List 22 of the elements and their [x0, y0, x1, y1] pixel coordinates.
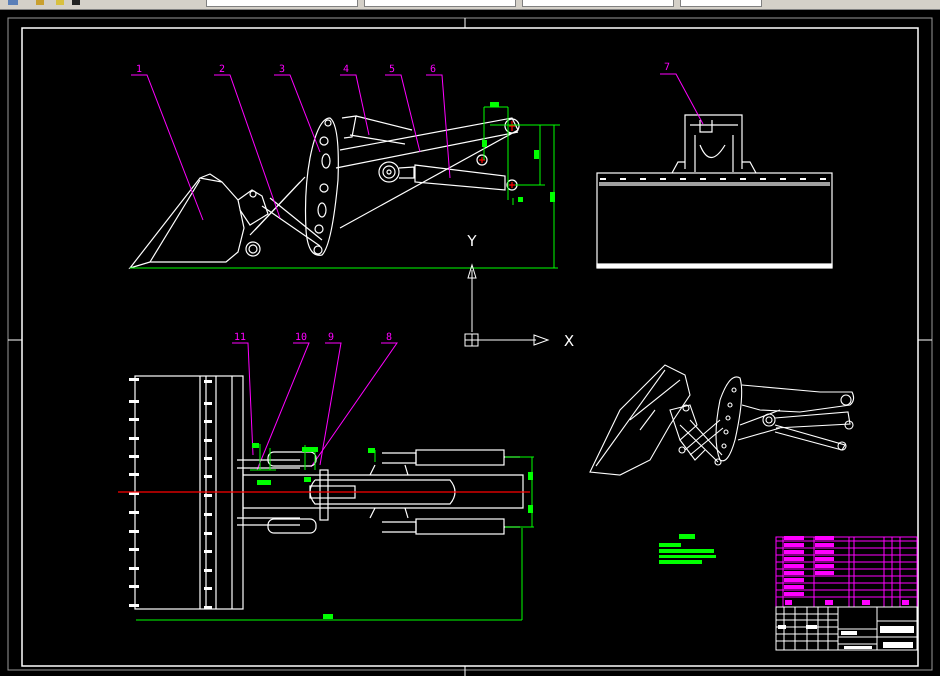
- leader-line: [340, 74, 370, 136]
- y-axis-label: Y: [467, 232, 477, 250]
- part-number: 8: [386, 332, 392, 343]
- ucs-axis-icon: [464, 263, 550, 346]
- part-number: 9: [328, 332, 334, 343]
- part-number: 4: [342, 64, 350, 75]
- part-number: 11: [234, 332, 246, 343]
- linetype-dropdown[interactable]: [364, 0, 516, 7]
- leader-line: [660, 74, 704, 124]
- layer-dropdown[interactable]: [206, 0, 358, 7]
- part-number: 2: [218, 64, 226, 75]
- lineweight-dropdown[interactable]: [522, 0, 674, 7]
- pivot-center-marks: [478, 120, 516, 189]
- technical-notes-drawing: [659, 534, 716, 564]
- part-number: 5: [388, 64, 396, 75]
- part-number: 10: [294, 332, 308, 343]
- plot-style-dropdown[interactable]: [680, 0, 762, 7]
- part-number: 3: [278, 64, 286, 75]
- part-number: 7: [664, 62, 670, 73]
- x-axis-label: X: [564, 332, 574, 350]
- part-number: 1: [136, 64, 142, 75]
- part-number: 6: [430, 64, 436, 75]
